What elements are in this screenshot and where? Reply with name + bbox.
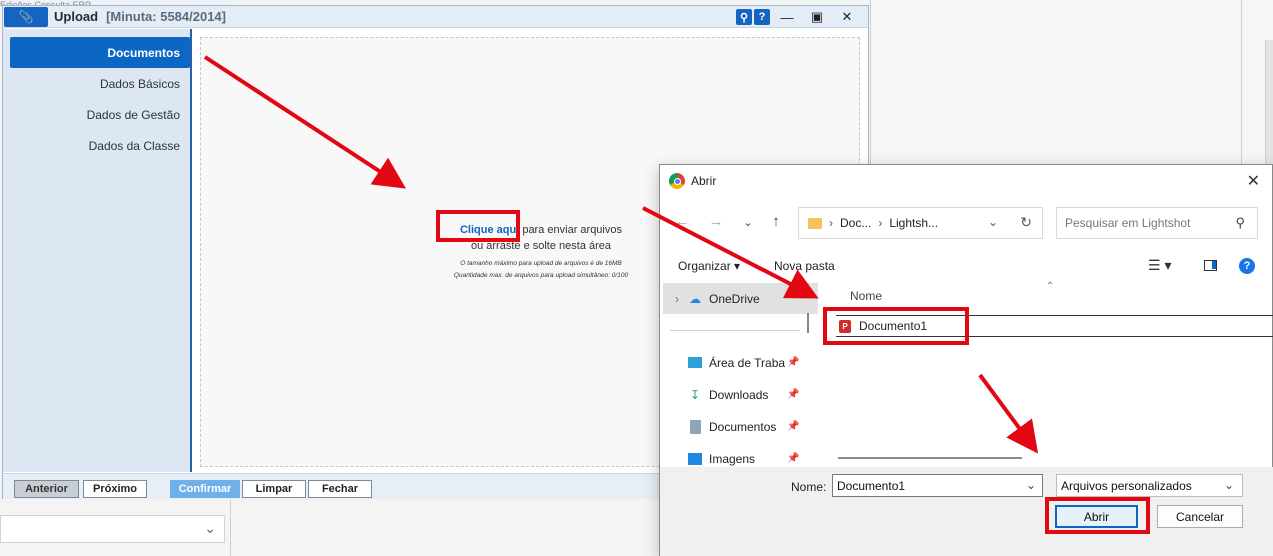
help-icon[interactable]: ? (1239, 258, 1255, 274)
limpar-button[interactable]: Limpar (242, 480, 306, 498)
dialog-toolbar: Organizar ▾ Nova pasta ☰ ▾ ? (660, 255, 1273, 277)
highlight-box-abrir (1045, 497, 1150, 534)
search-icon: ⚲ (1235, 215, 1245, 230)
highlight-box-clique-aqui (436, 210, 520, 242)
confirmar-button[interactable]: Confirmar (170, 480, 240, 498)
chevron-right-icon: › (878, 216, 883, 230)
column-header-nome[interactable]: Nome (850, 289, 882, 303)
pin-icon: 📌 (787, 421, 800, 432)
chevron-right-icon: › (829, 216, 833, 230)
upload-title: Upload (54, 9, 99, 24)
open-file-dialog: Abrir ✕ ← → ⌄ ↑ › Doc... › Lightsh... ⌄ … (659, 164, 1273, 556)
chevron-down-icon[interactable]: ⌄ (1026, 478, 1036, 492)
caret-down-icon: ▾ (734, 259, 741, 273)
up-icon[interactable]: ↑ (766, 213, 786, 230)
close-icon[interactable]: ✕ (834, 8, 860, 26)
tree-item-onedrive[interactable]: › ☁ OneDrive (663, 283, 818, 314)
images-icon (687, 452, 703, 466)
limit-size-text: O tamanho máximo para upload de arquivos… (460, 260, 622, 267)
chrome-icon (669, 173, 685, 189)
forward-icon[interactable]: → (706, 213, 726, 230)
desktop-icon (687, 356, 703, 370)
chevron-down-icon[interactable]: ⌄ (988, 215, 998, 229)
paperclip-icon: 📎 (4, 6, 48, 27)
new-folder-button[interactable]: Nova pasta (774, 259, 835, 273)
tree-label: Downloads (709, 387, 769, 402)
search-input[interactable]: Pesquisar em Lightshot ⚲ (1056, 207, 1258, 239)
maximize-icon[interactable]: ▣ (804, 8, 830, 26)
filename-input[interactable]: Documento1 ⌄ (832, 474, 1043, 497)
pin-icon: 📌 (787, 389, 800, 400)
close-icon[interactable]: ✕ (1247, 171, 1260, 191)
divider (670, 330, 800, 331)
upload-titlebar: 📎 Upload [Minuta: 5584/2014] ⚲ ? — ▣ ✕ (3, 6, 868, 28)
tree-item-downloads[interactable]: ↧ Downloads 📌 (663, 379, 818, 410)
back-icon[interactable]: ← (672, 213, 692, 230)
view-options-icon[interactable]: ☰ ▾ (1148, 257, 1171, 274)
preview-pane-icon[interactable] (1204, 260, 1217, 271)
cloud-icon: ☁ (689, 291, 701, 306)
divider (1241, 0, 1242, 170)
filetype-select[interactable]: Arquivos personalizados ⌄ (1056, 474, 1243, 497)
navigation-pane: › ☁ OneDrive Área de Traba 📌 ↧ Downloads… (660, 281, 818, 467)
documents-icon (687, 419, 703, 434)
dropzone-line1: para enviar arquivos (519, 224, 622, 236)
sidebar-item-dados-classe[interactable]: Dados da Classe (3, 130, 190, 161)
folder-icon (808, 217, 822, 229)
dialog-title: Abrir (691, 174, 717, 188)
dialog-navbar: ← → ⌄ ↑ › Doc... › Lightsh... ⌄ ↻ Pesqui… (660, 207, 1273, 241)
tree-item-area-de-trabalho[interactable]: Área de Traba 📌 (663, 347, 818, 378)
recent-locations-icon[interactable]: ⌄ (738, 216, 758, 229)
dialog-footer: Nome: Documento1 ⌄ Arquivos personalizad… (660, 467, 1273, 556)
scrollbar[interactable] (807, 313, 809, 333)
horizontal-scrollbar[interactable] (838, 457, 1022, 459)
filename-value: Documento1 (837, 478, 906, 493)
download-icon: ↧ (689, 387, 701, 402)
limit-count-text: Quantidade max. de arquivos para upload … (453, 272, 629, 279)
pin-icon: 📌 (787, 453, 800, 464)
upload-subtitle: [Minuta: 5584/2014] (106, 9, 226, 24)
organize-menu[interactable]: Organizar ▾ (678, 259, 740, 273)
proximo-button[interactable]: Próximo (83, 480, 147, 498)
filetype-value: Arquivos personalizados (1061, 478, 1192, 493)
address-bar[interactable]: › Doc... › Lightsh... ⌄ ↻ (798, 207, 1043, 239)
tree-item-imagens[interactable]: Imagens 📌 (663, 443, 818, 467)
background-combobox[interactable]: ⌄ (0, 515, 225, 543)
chevron-down-icon: ⌄ (1223, 478, 1234, 492)
tree-label: Documentos (709, 419, 777, 434)
anterior-button[interactable]: Anterior (14, 480, 79, 498)
sidebar-item-dados-basicos[interactable]: Dados Básicos (3, 68, 190, 99)
dropzone-limits: O tamanho máximo para upload de arquivos… (391, 258, 691, 282)
cancel-button[interactable]: Cancelar (1157, 505, 1243, 528)
chevron-right-icon[interactable]: › (667, 292, 687, 306)
search-placeholder: Pesquisar em Lightshot (1065, 216, 1191, 230)
breadcrumb-lightshot[interactable]: Lightsh... (889, 216, 938, 230)
tree-label: Área de Traba (709, 355, 786, 370)
pin-icon: 📌 (787, 357, 800, 368)
search-icon[interactable]: ⚲ (736, 9, 752, 25)
fechar-button[interactable]: Fechar (308, 480, 372, 498)
refresh-icon[interactable]: ↻ (1020, 214, 1032, 231)
highlight-box-documento1 (823, 307, 969, 345)
upload-sidebar: Documentos Dados Básicos Dados de Gestão… (3, 29, 192, 472)
dialog-titlebar: Abrir ✕ (660, 165, 1272, 197)
scrollbar[interactable] (1265, 40, 1273, 180)
sidebar-item-documentos[interactable]: Documentos (10, 37, 190, 68)
divider (230, 500, 231, 556)
minimize-icon[interactable]: — (774, 8, 800, 26)
tree-label: OneDrive (709, 291, 760, 306)
sidebar-item-dados-gestao[interactable]: Dados de Gestão (3, 99, 190, 130)
breadcrumb-documentos[interactable]: Doc... (840, 216, 871, 230)
tree-label: Imagens (709, 451, 756, 466)
sort-ascending-icon: ⌃ (1046, 281, 1055, 292)
filename-label: Nome: (791, 480, 827, 494)
help-icon[interactable]: ? (754, 9, 770, 25)
tree-item-documentos[interactable]: Documentos 📌 (663, 411, 818, 442)
chevron-down-icon: ⌄ (204, 520, 216, 536)
